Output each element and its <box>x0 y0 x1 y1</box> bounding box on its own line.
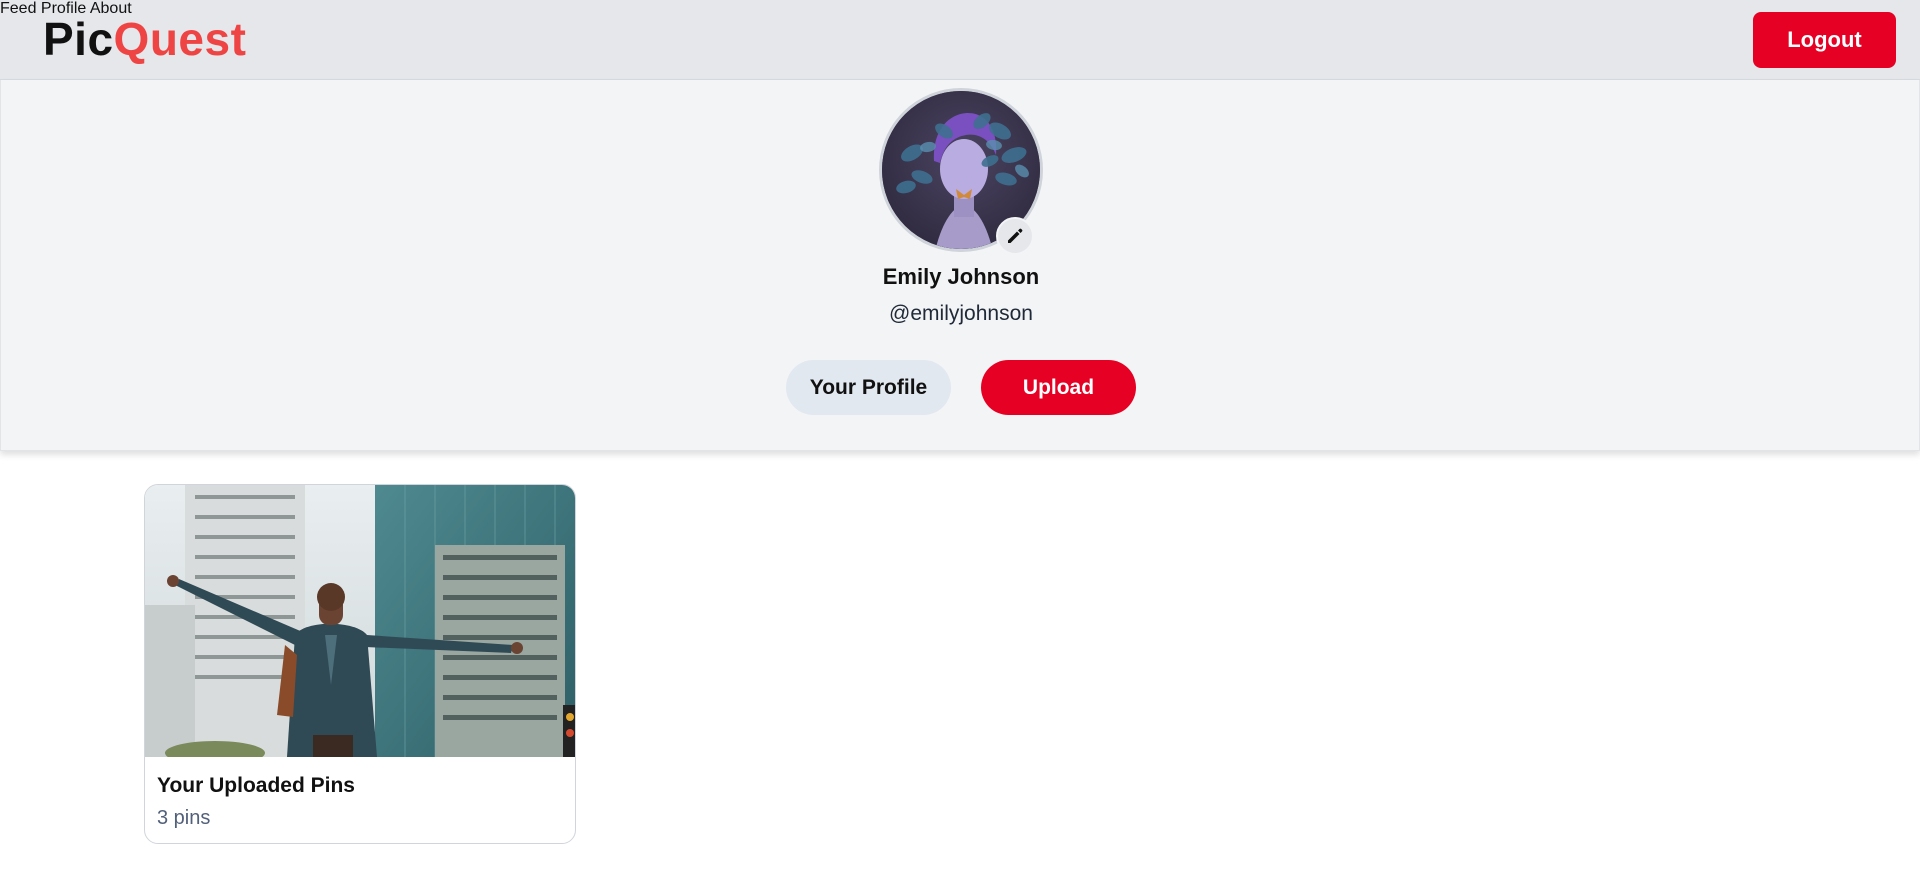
board-card[interactable]: Your Uploaded Pins 3 pins <box>144 484 576 844</box>
main-nav: Feed Profile About <box>0 0 1920 18</box>
edit-avatar-button[interactable] <box>996 217 1034 255</box>
your-profile-button[interactable]: Your Profile <box>786 360 951 415</box>
upload-button[interactable]: Upload <box>981 360 1136 415</box>
logo-text-quest: Quest <box>113 13 247 65</box>
logo-text-pic: Pic <box>43 13 114 65</box>
nav-link-feed[interactable]: Feed <box>0 0 36 17</box>
board-cover-photo <box>145 485 575 757</box>
profile-username: @emilyjohnson <box>889 302 1033 325</box>
pencil-icon <box>1008 228 1023 243</box>
profile-full-name: Emily Johnson <box>882 264 1040 289</box>
board-cover-image <box>145 485 575 757</box>
logout-button[interactable]: Logout <box>1753 12 1896 68</box>
board-pin-count: 3 pins <box>157 807 211 829</box>
top-navigation-bar: PicQuest Feed Profile About Logout <box>0 0 1920 80</box>
board-title: Your Uploaded Pins <box>157 774 355 797</box>
profile-header-panel: Emily Johnson @emilyjohnson Your Profile… <box>0 80 1920 451</box>
app-logo[interactable]: PicQuest <box>43 14 246 64</box>
